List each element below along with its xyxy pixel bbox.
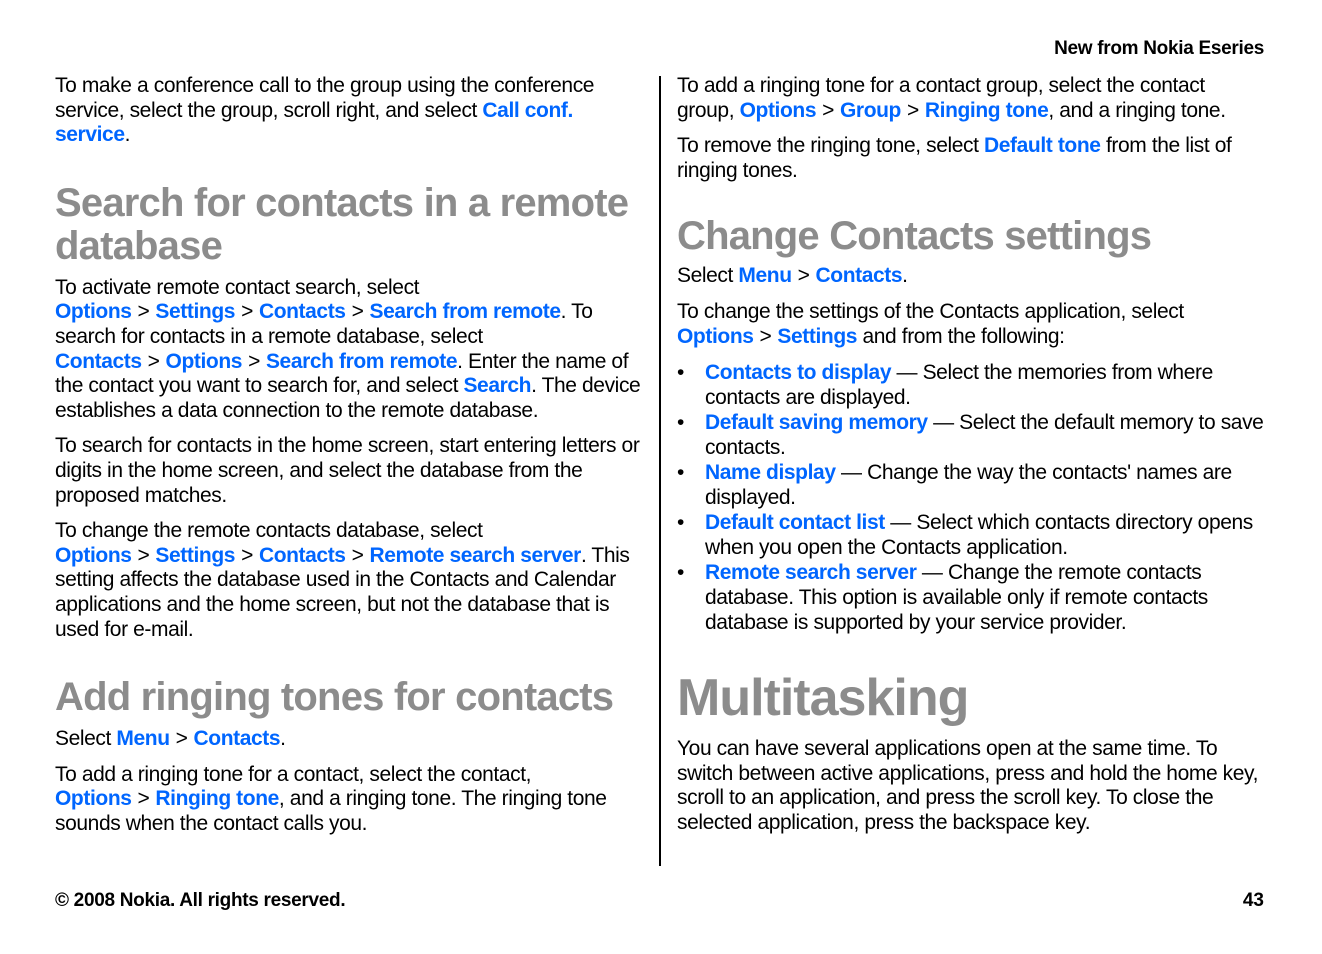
default-contact-list-link[interactable]: Default contact list — [705, 511, 885, 534]
remote-search-server-link[interactable]: Remote search server — [369, 544, 581, 567]
page-number: 43 — [1242, 890, 1264, 911]
list-item: • Default contact list — Select which con… — [677, 511, 1253, 560]
settings-link[interactable]: Settings — [155, 544, 235, 567]
add-ringing-tone-paragraph: To add a ringing tone for a contact, sel… — [55, 762, 607, 835]
menu-link[interactable]: Menu — [738, 264, 792, 287]
default-tone-link[interactable]: Default tone — [984, 134, 1101, 157]
multitasking-paragraph: You can have several applications open a… — [677, 737, 1259, 834]
select-menu-contacts-paragraph: Select Menu > Contacts. — [677, 264, 908, 288]
change-settings-paragraph: To change the settings of the Contacts a… — [677, 299, 1184, 348]
settings-link[interactable]: Settings — [777, 325, 857, 348]
bullet-icon: • — [677, 561, 684, 585]
running-header: New from Nokia Eseries — [1054, 38, 1264, 59]
remove-ringing-tone-paragraph: To remove the ringing tone, select Defau… — [677, 134, 1232, 182]
search-from-remote-link[interactable]: Search from remote — [266, 350, 458, 373]
ringing-tone-link[interactable]: Ringing tone — [155, 787, 279, 810]
column-divider — [659, 76, 661, 866]
ringing-tone-link[interactable]: Ringing tone — [925, 99, 1049, 122]
heading-search-remote: Search for contacts in a remote database — [55, 180, 629, 268]
right-column: To add a ringing tone for a contact grou… — [677, 74, 1267, 847]
options-link[interactable]: Options — [55, 787, 132, 810]
default-saving-memory-link[interactable]: Default saving memory — [705, 411, 928, 434]
list-item: • Default saving memory — Select the defa… — [677, 411, 1264, 460]
group-ringing-tone-paragraph: To add a ringing tone for a contact grou… — [677, 74, 1226, 122]
list-item: • Contacts to display — Select the memori… — [677, 361, 1213, 410]
heading-change-settings: Change Contacts settings — [677, 214, 1152, 259]
menu-link[interactable]: Menu — [116, 727, 170, 750]
search-link[interactable]: Search — [463, 374, 531, 397]
conference-call-paragraph: To make a conference call to the group u… — [55, 74, 595, 147]
contacts-link[interactable]: Contacts — [259, 300, 346, 323]
options-link[interactable]: Options — [55, 300, 132, 323]
contacts-link[interactable]: Contacts — [55, 350, 142, 373]
remote-search-server-link[interactable]: Remote search server — [705, 561, 917, 584]
search-from-remote-link[interactable]: Search from remote — [369, 300, 561, 323]
list-item: • Name display — Change the way the conta… — [677, 461, 1232, 510]
name-display-link[interactable]: Name display — [705, 461, 836, 484]
select-menu-contacts-paragraph: Select Menu > Contacts. — [55, 727, 286, 751]
settings-link[interactable]: Settings — [155, 300, 235, 323]
bullet-icon: • — [677, 411, 684, 435]
heading-multitasking: Multitasking — [677, 669, 969, 728]
options-link[interactable]: Options — [740, 99, 817, 122]
copyright-footer: © 2008 Nokia. All rights reserved. — [55, 890, 346, 911]
bullet-icon: • — [677, 461, 684, 485]
contacts-link[interactable]: Contacts — [259, 544, 346, 567]
options-link[interactable]: Options — [677, 325, 754, 348]
bullet-icon: • — [677, 361, 684, 385]
heading-ringing-tones: Add ringing tones for contacts — [55, 675, 614, 720]
group-link[interactable]: Group — [840, 99, 901, 122]
contacts-link[interactable]: Contacts — [816, 264, 903, 287]
left-column: To make a conference call to the group u… — [55, 74, 645, 847]
change-remote-db-paragraph: To change the remote contacts database, … — [55, 519, 630, 641]
list-item: • Remote search server — Change the remot… — [677, 561, 1208, 635]
home-screen-search-paragraph: To search for contacts in the home scree… — [55, 434, 640, 507]
settings-options-list: • Contacts to display — Select the memori… — [677, 360, 1267, 635]
search-activate-paragraph: To activate remote contact search, selec… — [55, 275, 641, 422]
bullet-icon: • — [677, 511, 684, 535]
contacts-link[interactable]: Contacts — [194, 727, 281, 750]
options-link[interactable]: Options — [166, 350, 243, 373]
options-link[interactable]: Options — [55, 544, 132, 567]
contacts-to-display-link[interactable]: Contacts to display — [705, 361, 892, 384]
